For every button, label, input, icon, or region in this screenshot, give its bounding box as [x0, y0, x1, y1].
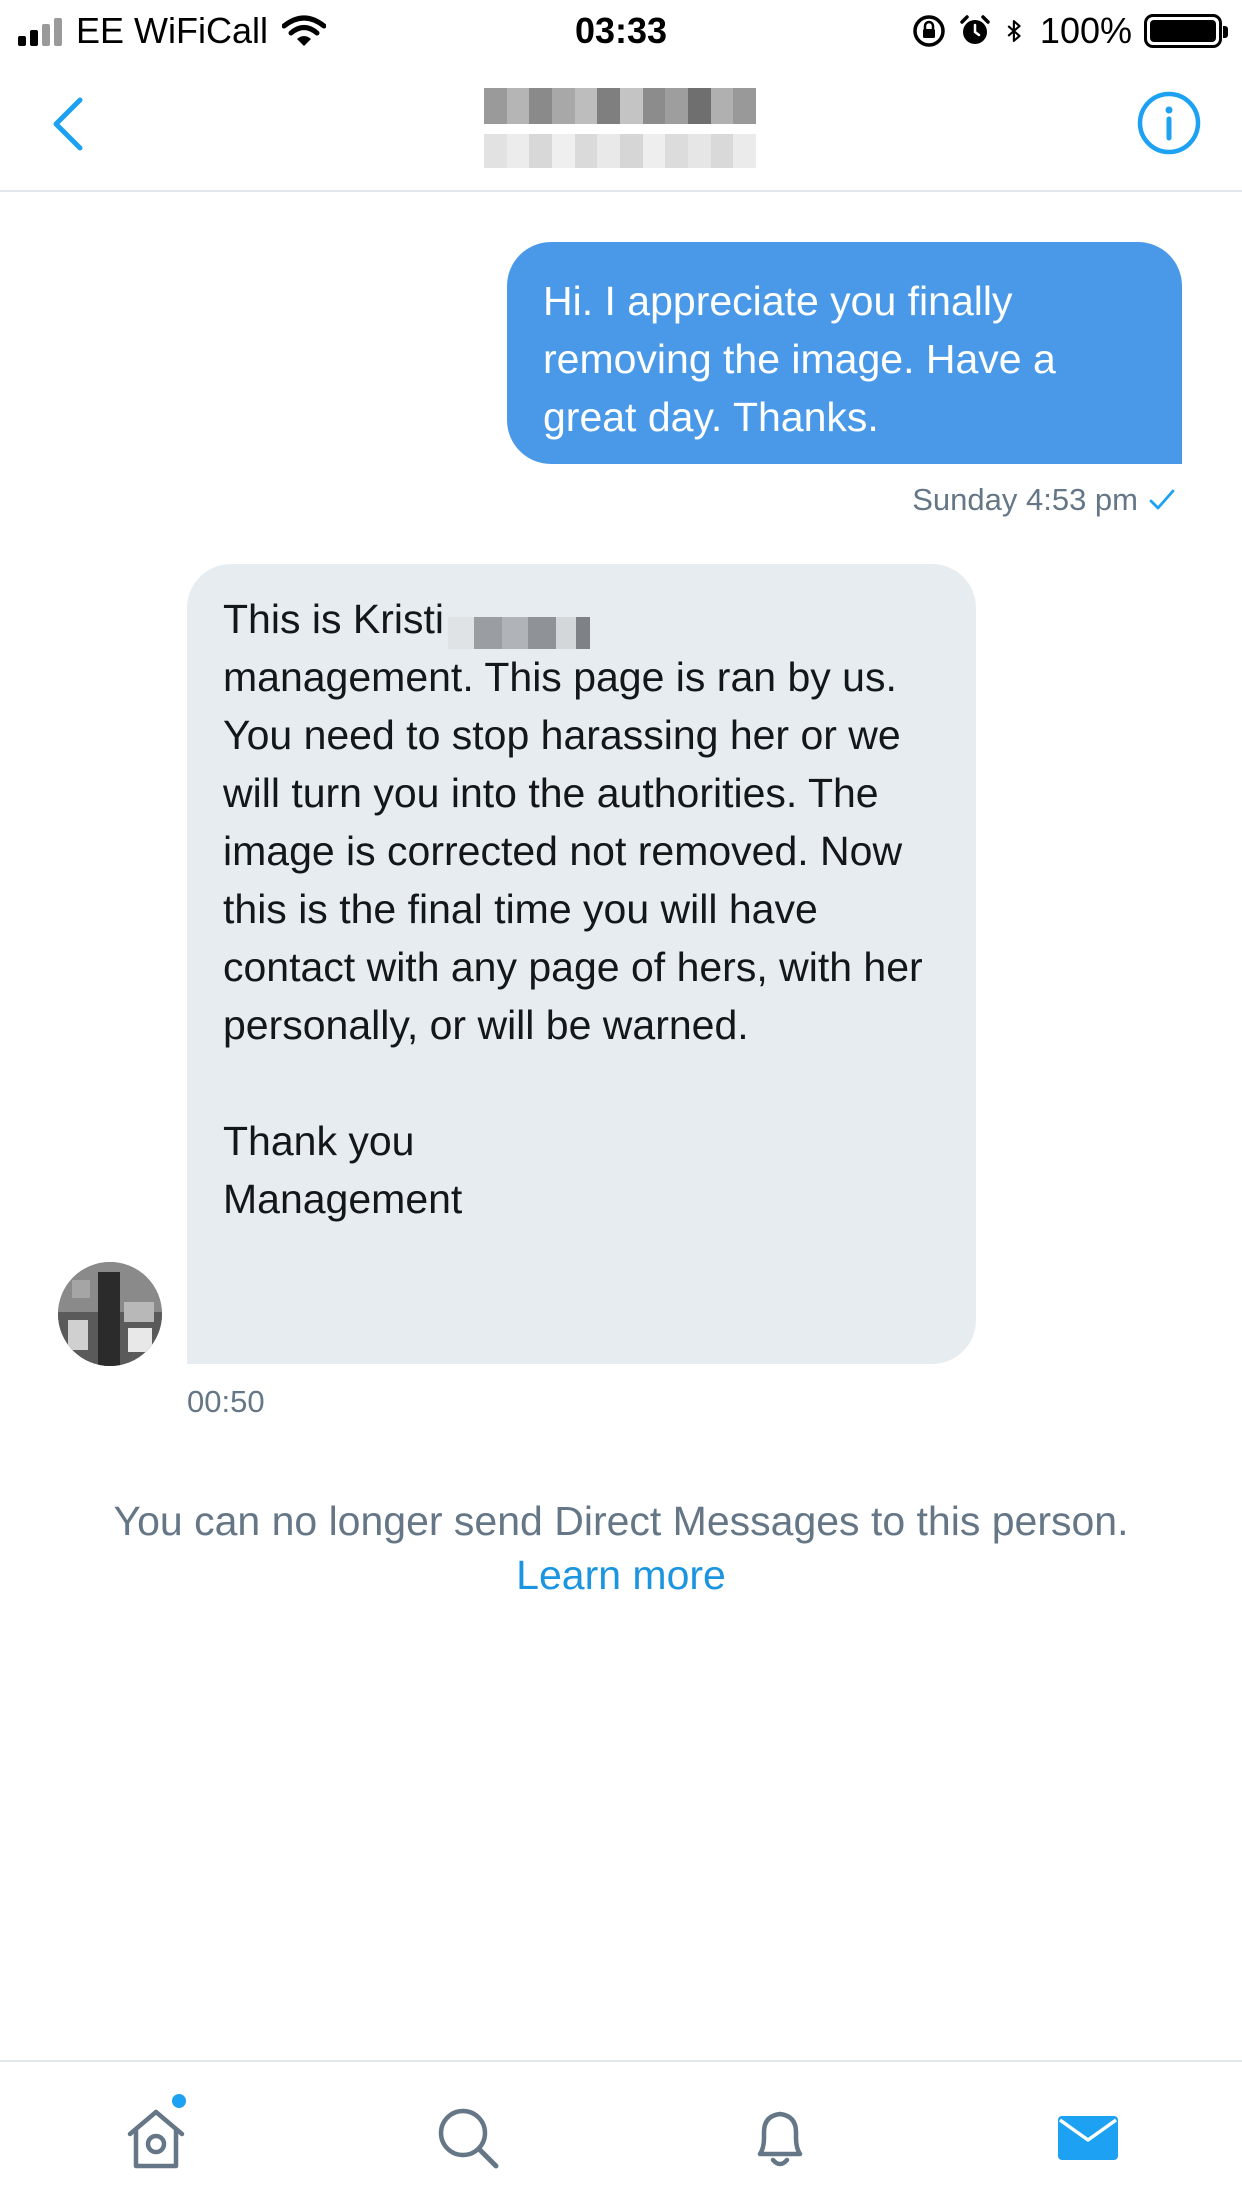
messages-icon[interactable]: [1054, 2104, 1122, 2172]
learn-more-link[interactable]: Learn more: [516, 1548, 726, 1602]
notifications-icon[interactable]: [746, 2104, 814, 2172]
redacted-name: [484, 88, 757, 124]
incoming-timestamp: 00:50: [187, 1384, 265, 1419]
outgoing-message-meta: Sunday 4:53 pm: [912, 482, 1176, 518]
home-notification-dot: [170, 2092, 188, 2110]
check-icon: [1149, 489, 1175, 510]
alarm-icon: [960, 15, 990, 44]
tab-bar: [0, 2060, 1242, 2208]
redacted-handle: [484, 134, 757, 168]
status-bar: EE WiFiCall 03:33 100%: [0, 0, 1242, 62]
outgoing-message-bubble[interactable]: Hi. I appreciate you finally removing th…: [507, 242, 1182, 464]
conversation-header: [0, 62, 1242, 192]
dm-disabled-text: You can no longer send Direct Messages t…: [113, 1498, 1129, 1544]
info-icon[interactable]: [1136, 90, 1202, 156]
outgoing-timestamp: Sunday 4:53 pm: [912, 482, 1138, 517]
back-button[interactable]: [44, 92, 96, 156]
conversation-title-redacted[interactable]: [484, 88, 757, 178]
battery-icon: [1144, 14, 1228, 48]
incoming-first-line: This is Kristi: [223, 596, 444, 642]
dm-disabled-notice: You can no longer send Direct Messages t…: [0, 1494, 1242, 1602]
home-icon[interactable]: [122, 2104, 190, 2172]
bluetooth-icon: [1007, 20, 1021, 42]
incoming-message-bubble[interactable]: This is Kristi management. This page is …: [187, 564, 976, 1364]
avatar-image: [58, 1262, 162, 1366]
sender-avatar[interactable]: [58, 1262, 162, 1366]
battery-percent: 100%: [1039, 10, 1132, 51]
search-icon[interactable]: [434, 2104, 502, 2172]
status-indicators: 100%: [912, 10, 1228, 52]
redacted-surname: [447, 606, 596, 650]
incoming-message-body: management. This page is ran by us. You …: [223, 654, 923, 1222]
rotation-lock-icon: [913, 15, 945, 47]
